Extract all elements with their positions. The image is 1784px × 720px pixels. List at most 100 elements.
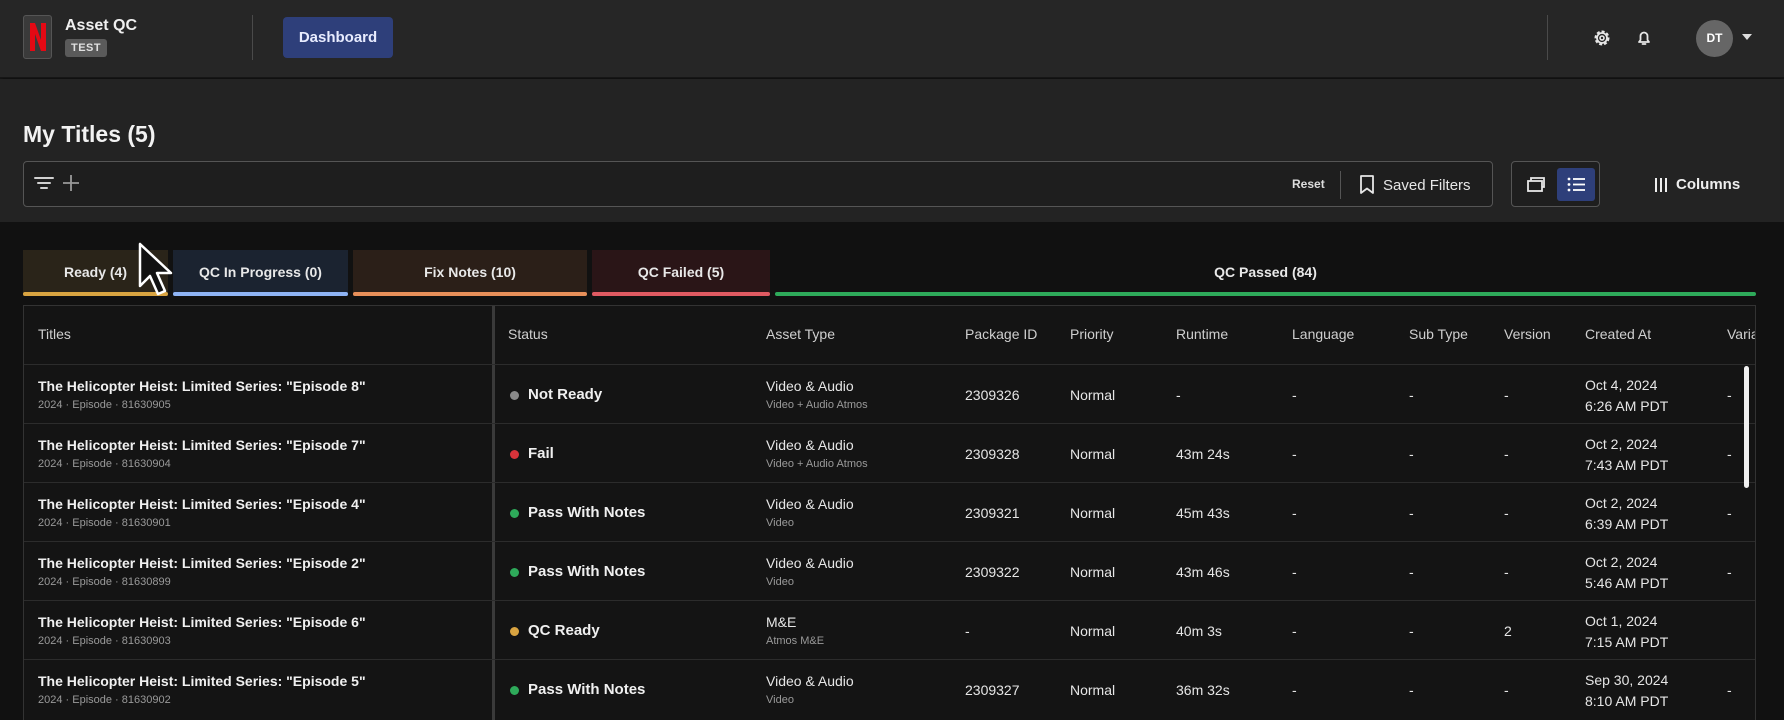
columns-label: Columns — [1676, 176, 1741, 193]
list-view-button[interactable] — [1557, 168, 1595, 201]
title-meta: 2024 · Episode · 81630902 — [38, 694, 171, 706]
content-area: Ready (4) QC In Progress (0) Fix Notes (… — [0, 222, 1784, 720]
table-row[interactable]: The Helicopter Heist: Limited Series: "E… — [24, 423, 1755, 482]
page-header: My Titles (5) Reset Saved Filters Column… — [0, 79, 1784, 222]
divider — [1547, 15, 1548, 60]
package-id: 2309328 — [965, 446, 1020, 462]
status-dot-icon — [510, 450, 519, 459]
env-badge: TEST — [65, 39, 108, 57]
column-header-version[interactable]: Version — [1504, 326, 1551, 342]
created-time: 6:26 AM PDT — [1585, 398, 1669, 414]
status-dot-icon — [510, 627, 519, 636]
asset-type: M&E — [766, 614, 797, 630]
table-row[interactable]: The Helicopter Heist: Limited Series: "E… — [24, 659, 1755, 718]
column-header-created-at[interactable]: Created At — [1585, 326, 1651, 342]
column-header-language[interactable]: Language — [1292, 326, 1354, 342]
sub-type: - — [1409, 682, 1414, 698]
language: - — [1292, 564, 1297, 580]
varia: - — [1727, 564, 1732, 580]
view-toggle — [1511, 161, 1600, 207]
tab-label: QC Passed (84) — [1214, 264, 1317, 280]
column-header-runtime[interactable]: Runtime — [1176, 326, 1228, 342]
dashboard-button[interactable]: Dashboard — [283, 17, 393, 58]
version: 2 — [1504, 623, 1512, 639]
created-date: Oct 2, 2024 — [1585, 436, 1658, 452]
package-id: 2309326 — [965, 387, 1020, 403]
status-dot-icon — [510, 686, 519, 695]
priority: Normal — [1070, 505, 1116, 521]
table-row[interactable]: The Helicopter Heist: Limited Series: "E… — [24, 600, 1755, 659]
tab-fix-notes[interactable]: Fix Notes (10) — [353, 250, 587, 296]
tab-underline — [353, 292, 587, 296]
package-id: 2309321 — [965, 505, 1020, 521]
tab-qc-passed[interactable]: QC Passed (84) — [775, 250, 1756, 296]
mouse-cursor-icon — [138, 242, 178, 303]
filter-bar[interactable]: Reset Saved Filters — [23, 161, 1493, 207]
titles-table: Titles Status Asset Type Package ID Prio… — [23, 305, 1756, 720]
column-header-titles[interactable]: Titles — [38, 326, 71, 342]
created-time: 8:10 AM PDT — [1585, 693, 1669, 709]
asset-subtype: Atmos M&E — [766, 635, 825, 647]
package-id: 2309327 — [965, 682, 1020, 698]
package-id: 2309322 — [965, 564, 1020, 580]
title-text: The Helicopter Heist: Limited Series: "E… — [38, 378, 366, 394]
tab-qc-in-progress[interactable]: QC In Progress (0) — [173, 250, 348, 296]
title-text: The Helicopter Heist: Limited Series: "E… — [38, 673, 366, 689]
avatar[interactable]: DT — [1696, 20, 1733, 57]
netflix-logo-icon[interactable] — [23, 15, 52, 59]
status-text: Pass With Notes — [528, 681, 646, 698]
columns-icon — [1655, 178, 1667, 192]
table-row[interactable]: The Helicopter Heist: Limited Series: "E… — [24, 482, 1755, 541]
table-row[interactable]: The Helicopter Heist: Limited Series: "E… — [24, 541, 1755, 600]
column-header-sub-type[interactable]: Sub Type — [1409, 326, 1468, 342]
column-header-priority[interactable]: Priority — [1070, 326, 1114, 342]
runtime: 40m 3s — [1176, 623, 1222, 639]
table-row[interactable]: The Helicopter Heist: Limited Series: "E… — [24, 364, 1755, 423]
gear-icon[interactable] — [1588, 24, 1616, 52]
tab-label: Fix Notes (10) — [424, 264, 516, 280]
priority: Normal — [1070, 623, 1116, 639]
column-header-status[interactable]: Status — [508, 326, 548, 342]
divider — [1340, 171, 1341, 199]
tab-label: QC In Progress (0) — [199, 264, 322, 280]
column-header-varia[interactable]: Varia — [1727, 326, 1755, 342]
runtime: 36m 32s — [1176, 682, 1230, 698]
asset-subtype: Video + Audio Atmos — [766, 399, 868, 411]
tab-underline — [592, 292, 770, 296]
column-header-package-id[interactable]: Package ID — [965, 326, 1037, 342]
scrollbar[interactable] — [1744, 366, 1749, 488]
bell-icon[interactable] — [1630, 24, 1658, 52]
chevron-down-icon[interactable] — [1742, 34, 1752, 40]
language: - — [1292, 387, 1297, 403]
column-header-asset-type[interactable]: Asset Type — [766, 326, 835, 342]
title-meta: 2024 · Episode · 81630899 — [38, 576, 171, 588]
columns-button[interactable]: Columns — [1654, 175, 1740, 195]
sub-type: - — [1409, 505, 1414, 521]
status-dot-icon — [510, 391, 519, 400]
tab-qc-failed[interactable]: QC Failed (5) — [592, 250, 770, 296]
asset-subtype: Video + Audio Atmos — [766, 458, 868, 470]
title-meta: 2024 · Episode · 81630901 — [38, 517, 171, 529]
sub-type: - — [1409, 623, 1414, 639]
filter-icon[interactable] — [34, 175, 54, 196]
plus-icon[interactable] — [62, 174, 80, 197]
asset-type: Video & Audio — [766, 673, 854, 689]
varia: - — [1727, 505, 1732, 521]
created-date: Oct 1, 2024 — [1585, 613, 1658, 629]
status-text: Not Ready — [528, 386, 603, 403]
version: - — [1504, 446, 1509, 462]
title-meta: 2024 · Episode · 81630905 — [38, 399, 171, 411]
asset-type: Video & Audio — [766, 378, 854, 394]
title-meta: 2024 · Episode · 81630904 — [38, 458, 171, 470]
created-date: Oct 2, 2024 — [1585, 495, 1658, 511]
reset-button[interactable]: Reset — [1292, 177, 1325, 191]
version: - — [1504, 505, 1509, 521]
asset-subtype: Video — [766, 694, 794, 706]
tab-underline — [173, 292, 348, 296]
runtime: 43m 24s — [1176, 446, 1230, 462]
card-view-button[interactable] — [1517, 168, 1555, 201]
sub-type: - — [1409, 446, 1414, 462]
status-text: Pass With Notes — [528, 504, 646, 521]
title-meta: 2024 · Episode · 81630903 — [38, 635, 171, 647]
version: - — [1504, 387, 1509, 403]
